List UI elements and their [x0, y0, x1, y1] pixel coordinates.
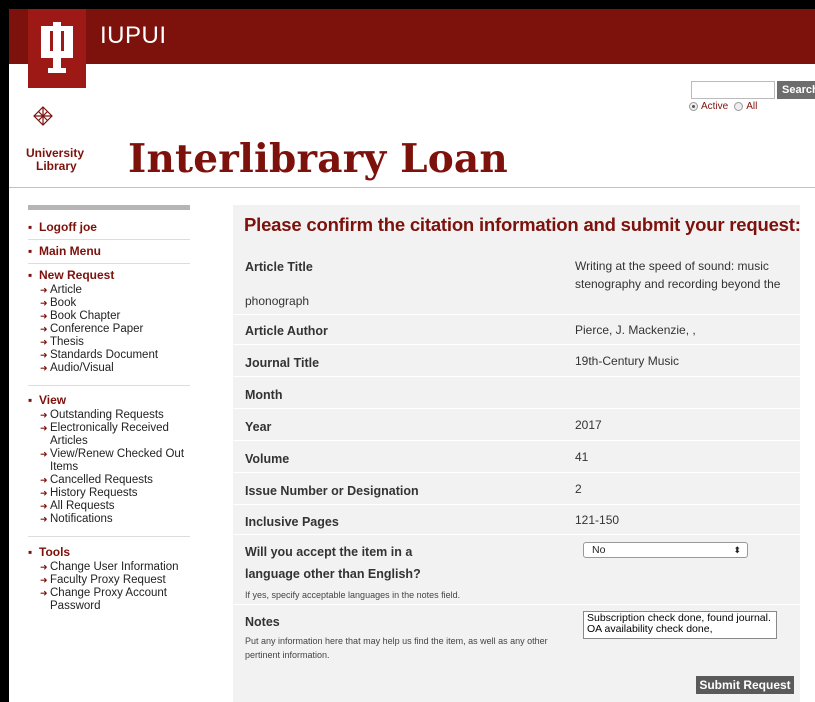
- brand-name[interactable]: IUPUI: [100, 22, 167, 50]
- sidebar-item-standards-document[interactable]: ➜ Standards Document: [40, 349, 190, 362]
- value-article-author: Pierce, J. Mackenzie, ,: [575, 323, 696, 337]
- select-arrows-icon: ⬍: [733, 545, 741, 555]
- sidebar-item-book[interactable]: ➜ Book: [40, 297, 190, 310]
- radio-active-label: Active: [701, 101, 729, 112]
- value-article-title: Writing at the speed of sound: music ste…: [575, 259, 781, 291]
- sidebar-top-bar: [28, 205, 190, 210]
- radio-all-label: All: [746, 101, 758, 112]
- language-select[interactable]: No ⬍: [583, 542, 748, 558]
- radio-all[interactable]: [734, 102, 744, 111]
- sidebar-section-main-menu: ▪ Main Menu: [28, 240, 190, 264]
- sidebar-item-view-renew[interactable]: ➜ View/Renew Checked Out Items: [40, 448, 190, 474]
- label-notes: Notes: [245, 615, 280, 629]
- sidebar-heading-view[interactable]: ▪ View: [28, 393, 190, 407]
- sidebar-heading-tools[interactable]: ▪ Tools: [28, 545, 190, 559]
- label-article-author: Article Author: [245, 324, 328, 338]
- hint-language: If yes, specify acceptable languages in …: [245, 590, 461, 600]
- sidebar-section-tools: ▪ Tools ➜ Change User Information ➜ Faculty…: [28, 537, 190, 618]
- sidebar: ▪ Logoff joe ▪ Main Menu ▪ New Request ➜ Art…: [28, 205, 190, 618]
- row-journal-title: Journal Title 19th-Century Music: [233, 345, 800, 377]
- label-volume: Volume: [245, 452, 290, 466]
- sidebar-item-logoff[interactable]: ▪ Logoff joe: [28, 220, 190, 234]
- sidebar-item-conference-paper[interactable]: ➜ Conference Paper: [40, 323, 190, 336]
- row-volume: Volume 41: [233, 441, 800, 473]
- page-title: Interlibrary Loan: [128, 136, 508, 182]
- confirm-heading: Please confirm the citation information …: [244, 214, 801, 235]
- sidebar-item-audio-visual[interactable]: ➜ Audio/Visual: [40, 362, 190, 375]
- sidebar-item-electronically-received[interactable]: ➜ Electronically Received Articles: [40, 422, 190, 448]
- radio-active[interactable]: [689, 102, 698, 111]
- label-year: Year: [245, 420, 272, 434]
- sidebar-section-logoff: ▪ Logoff joe: [28, 216, 190, 240]
- sidebar-item-outstanding-requests[interactable]: ➜ Outstanding Requests: [40, 409, 190, 422]
- value-volume: 41: [575, 450, 589, 464]
- hint-notes: Put any information here that may help u…: [245, 636, 548, 660]
- sidebar-item-change-user-info[interactable]: ➜ Change User Information: [40, 561, 190, 574]
- search-scope: Active All: [689, 101, 757, 112]
- header-divider: [9, 187, 815, 188]
- label-month: Month: [245, 388, 283, 402]
- window-frame-left: [0, 0, 9, 702]
- sidebar-item-cancelled-requests[interactable]: ➜ Cancelled Requests: [40, 474, 190, 487]
- row-month: Month: [233, 377, 800, 409]
- sidebar-item-book-chapter[interactable]: ➜ Book Chapter: [40, 310, 190, 323]
- label-language-1: Will you accept the item in a: [245, 545, 413, 559]
- row-article-title: Article Title Writing at the speed of so…: [233, 245, 800, 315]
- label-article-title: Article Title: [245, 260, 313, 274]
- row-article-author: Article Author Pierce, J. Mackenzie, ,: [233, 315, 800, 345]
- library-logo-icon: [33, 106, 53, 126]
- sidebar-item-main-menu[interactable]: ▪ Main Menu: [28, 244, 190, 258]
- label-pages: Inclusive Pages: [245, 515, 339, 529]
- search-input[interactable]: [691, 81, 775, 99]
- row-year: Year 2017: [233, 409, 800, 441]
- search-button[interactable]: Search: [777, 81, 815, 99]
- main-panel: Please confirm the citation information …: [233, 205, 801, 702]
- row-issue: Issue Number or Designation 2: [233, 473, 800, 505]
- value-pages: 121-150: [575, 513, 620, 527]
- label-language-2: language other than English?: [245, 567, 421, 581]
- value-journal-title: 19th-Century Music: [575, 354, 680, 368]
- sidebar-item-history-requests[interactable]: ➜ History Requests: [40, 487, 190, 500]
- sidebar-item-article[interactable]: ➜ Article: [40, 284, 190, 297]
- value-year: 2017: [575, 418, 602, 432]
- window-frame-top: [0, 0, 815, 9]
- label-issue: Issue Number or Designation: [245, 484, 419, 498]
- sidebar-item-change-proxy-password[interactable]: ➜ Change Proxy Account Password: [40, 587, 190, 613]
- value-issue: 2: [575, 482, 582, 496]
- notes-textarea[interactable]: Subscription check done, found journal. …: [583, 611, 777, 639]
- sidebar-section-view: ▪ View ➜ Outstanding Requests ➜ Electronica…: [28, 386, 190, 537]
- row-pages: Inclusive Pages 121-150: [233, 505, 800, 535]
- sidebar-section-new-request: ▪ New Request ➜ Article ➜ Book ➜ Book Chapte…: [28, 264, 190, 386]
- library-name[interactable]: University Library: [26, 147, 84, 173]
- sidebar-item-all-requests[interactable]: ➜ All Requests: [40, 500, 190, 513]
- sidebar-item-notifications[interactable]: ➜ Notifications: [40, 513, 190, 526]
- sidebar-heading-new-request[interactable]: ▪ New Request: [28, 268, 190, 282]
- iu-trident-icon[interactable]: [28, 9, 86, 88]
- value-article-title-overflow: phonograph: [245, 294, 310, 308]
- submit-request-button[interactable]: Submit Request: [696, 676, 794, 694]
- label-journal-title: Journal Title: [245, 356, 320, 370]
- sidebar-item-faculty-proxy[interactable]: ➜ Faculty Proxy Request: [40, 574, 190, 587]
- sidebar-item-thesis[interactable]: ➜ Thesis: [40, 336, 190, 349]
